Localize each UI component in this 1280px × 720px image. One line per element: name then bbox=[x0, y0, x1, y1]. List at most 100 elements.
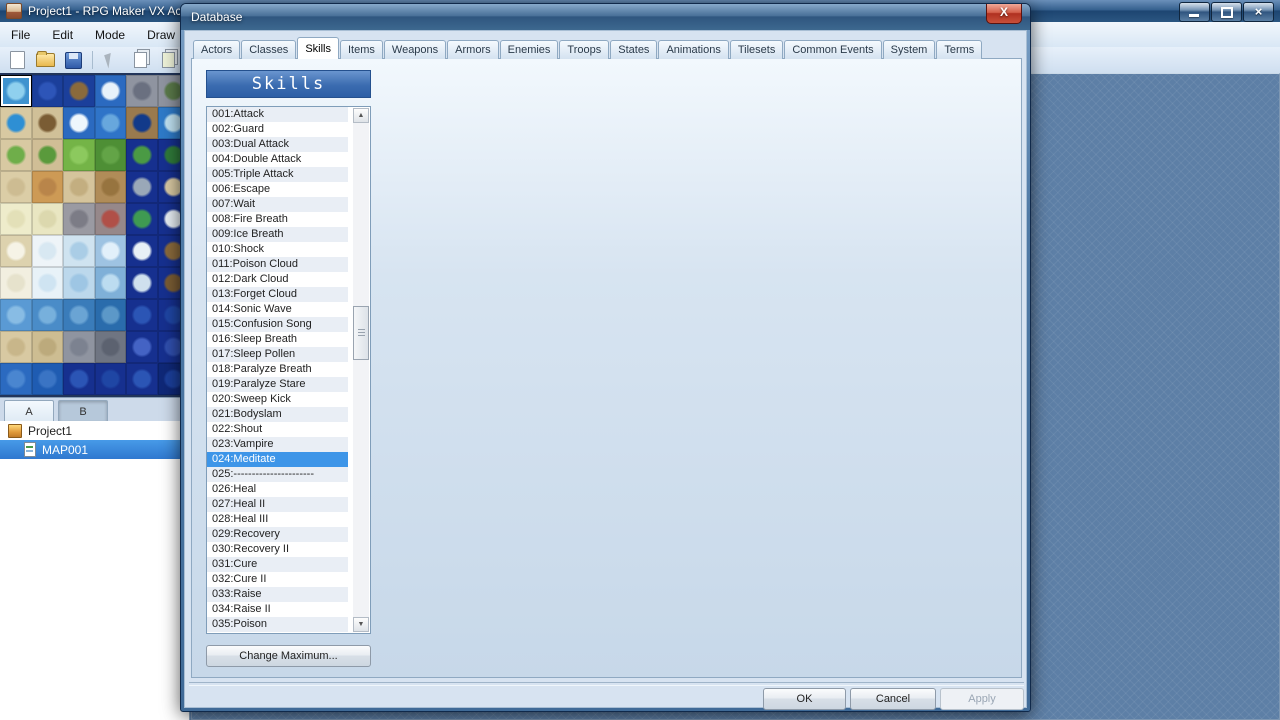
palette-tile[interactable] bbox=[32, 171, 64, 203]
palette-tile[interactable] bbox=[95, 171, 127, 203]
palette-tile[interactable] bbox=[32, 235, 64, 267]
dialog-titlebar[interactable]: Database X bbox=[181, 4, 1030, 30]
copy-button[interactable] bbox=[129, 49, 151, 71]
menu-mode[interactable]: Mode bbox=[84, 22, 136, 47]
palette-tile[interactable] bbox=[126, 299, 158, 331]
tree-item-project[interactable]: Project1 bbox=[0, 421, 189, 440]
tab-states[interactable]: States bbox=[610, 40, 657, 59]
tree-item-map[interactable]: MAP001 bbox=[0, 440, 189, 459]
skill-list-item[interactable]: 024:Meditate bbox=[207, 452, 348, 467]
pointer-tool-button[interactable] bbox=[101, 49, 123, 71]
palette-tile[interactable] bbox=[63, 107, 95, 139]
menu-draw[interactable]: Draw bbox=[136, 22, 186, 47]
skill-list-item[interactable]: 015:Confusion Song bbox=[207, 317, 348, 332]
open-folder-button[interactable] bbox=[34, 49, 56, 71]
skill-list-item[interactable]: 011:Poison Cloud bbox=[207, 257, 348, 272]
skill-list-item[interactable]: 018:Paralyze Breath bbox=[207, 362, 348, 377]
palette-tile[interactable] bbox=[0, 203, 32, 235]
dialog-close-button[interactable]: X bbox=[986, 4, 1022, 24]
menu-file[interactable]: File bbox=[0, 22, 41, 47]
skills-list-scrollbar[interactable]: ▲ ▼ bbox=[353, 108, 369, 632]
palette-tab-b[interactable]: B bbox=[58, 400, 108, 422]
tab-items[interactable]: Items bbox=[340, 40, 383, 59]
skill-list-item[interactable]: 035:Poison bbox=[207, 617, 348, 632]
palette-tile[interactable] bbox=[32, 363, 64, 395]
paste-button[interactable] bbox=[157, 49, 179, 71]
skill-list-item[interactable]: 004:Double Attack bbox=[207, 152, 348, 167]
skill-list-item[interactable]: 027:Heal II bbox=[207, 497, 348, 512]
tab-weapons[interactable]: Weapons bbox=[384, 40, 446, 59]
palette-tile[interactable] bbox=[32, 331, 64, 363]
palette-tile[interactable] bbox=[63, 203, 95, 235]
skill-list-item[interactable]: 022:Shout bbox=[207, 422, 348, 437]
save-button[interactable] bbox=[62, 49, 84, 71]
skill-list-item[interactable]: 028:Heal III bbox=[207, 512, 348, 527]
palette-tile[interactable] bbox=[126, 267, 158, 299]
palette-tile[interactable] bbox=[0, 75, 32, 107]
skill-list-item[interactable]: 010:Shock bbox=[207, 242, 348, 257]
palette-tile[interactable] bbox=[126, 363, 158, 395]
apply-button[interactable]: Apply bbox=[940, 688, 1024, 710]
tab-armors[interactable]: Armors bbox=[447, 40, 498, 59]
skill-list-item[interactable]: 019:Paralyze Stare bbox=[207, 377, 348, 392]
skill-list-item[interactable]: 013:Forget Cloud bbox=[207, 287, 348, 302]
palette-tile[interactable] bbox=[0, 107, 32, 139]
tab-enemies[interactable]: Enemies bbox=[500, 40, 559, 59]
skill-list-item[interactable]: 031:Cure bbox=[207, 557, 348, 572]
palette-tile[interactable] bbox=[95, 331, 127, 363]
skill-list-item[interactable]: 029:Recovery bbox=[207, 527, 348, 542]
palette-tile[interactable] bbox=[95, 139, 127, 171]
tab-actors[interactable]: Actors bbox=[193, 40, 240, 59]
palette-tile[interactable] bbox=[126, 139, 158, 171]
tab-common-events[interactable]: Common Events bbox=[784, 40, 881, 59]
skill-list-item[interactable]: 025:---------------------- bbox=[207, 467, 348, 482]
new-file-button[interactable] bbox=[6, 49, 28, 71]
palette-tile[interactable] bbox=[63, 363, 95, 395]
skill-list-item[interactable]: 005:Triple Attack bbox=[207, 167, 348, 182]
palette-tile[interactable] bbox=[95, 75, 127, 107]
change-maximum-button[interactable]: Change Maximum... bbox=[206, 645, 371, 667]
tab-terms[interactable]: Terms bbox=[936, 40, 982, 59]
ok-button[interactable]: OK bbox=[763, 688, 846, 710]
skill-list-item[interactable]: 001:Attack bbox=[207, 107, 348, 122]
minimize-button[interactable] bbox=[1179, 2, 1210, 22]
palette-tile[interactable] bbox=[95, 203, 127, 235]
palette-tile[interactable] bbox=[0, 235, 32, 267]
palette-tile[interactable] bbox=[0, 363, 32, 395]
cancel-button[interactable]: Cancel bbox=[850, 688, 936, 710]
palette-tile[interactable] bbox=[126, 171, 158, 203]
skill-list-item[interactable]: 023:Vampire bbox=[207, 437, 348, 452]
palette-tile[interactable] bbox=[32, 267, 64, 299]
palette-tile[interactable] bbox=[126, 331, 158, 363]
palette-tile[interactable] bbox=[63, 171, 95, 203]
skill-list-item[interactable]: 020:Sweep Kick bbox=[207, 392, 348, 407]
palette-tile[interactable] bbox=[0, 331, 32, 363]
skill-list-item[interactable]: 012:Dark Cloud bbox=[207, 272, 348, 287]
palette-tile[interactable] bbox=[63, 75, 95, 107]
palette-tile[interactable] bbox=[63, 331, 95, 363]
skill-list-item[interactable]: 030:Recovery II bbox=[207, 542, 348, 557]
palette-tab-a[interactable]: A bbox=[4, 400, 54, 422]
tab-classes[interactable]: Classes bbox=[241, 40, 296, 59]
palette-tile[interactable] bbox=[63, 299, 95, 331]
skill-list-item[interactable]: 006:Escape bbox=[207, 182, 348, 197]
tab-system[interactable]: System bbox=[883, 40, 936, 59]
skill-list-item[interactable]: 033:Raise bbox=[207, 587, 348, 602]
palette-tile[interactable] bbox=[0, 299, 32, 331]
skill-list-item[interactable]: 034:Raise II bbox=[207, 602, 348, 617]
skill-list-item[interactable]: 021:Bodyslam bbox=[207, 407, 348, 422]
menu-edit[interactable]: Edit bbox=[41, 22, 84, 47]
palette-tile[interactable] bbox=[0, 171, 32, 203]
tab-skills[interactable]: Skills bbox=[297, 37, 339, 59]
palette-tile[interactable] bbox=[32, 299, 64, 331]
restore-button[interactable] bbox=[1211, 2, 1242, 22]
skill-list-item[interactable]: 003:Dual Attack bbox=[207, 137, 348, 152]
palette-tile[interactable] bbox=[63, 235, 95, 267]
palette-tile[interactable] bbox=[95, 267, 127, 299]
skill-list-item[interactable]: 008:Fire Breath bbox=[207, 212, 348, 227]
palette-tile[interactable] bbox=[32, 107, 64, 139]
palette-tile[interactable] bbox=[32, 139, 64, 171]
scroll-up-icon[interactable]: ▲ bbox=[353, 108, 369, 123]
palette-tile[interactable] bbox=[63, 267, 95, 299]
tab-troops[interactable]: Troops bbox=[559, 40, 609, 59]
